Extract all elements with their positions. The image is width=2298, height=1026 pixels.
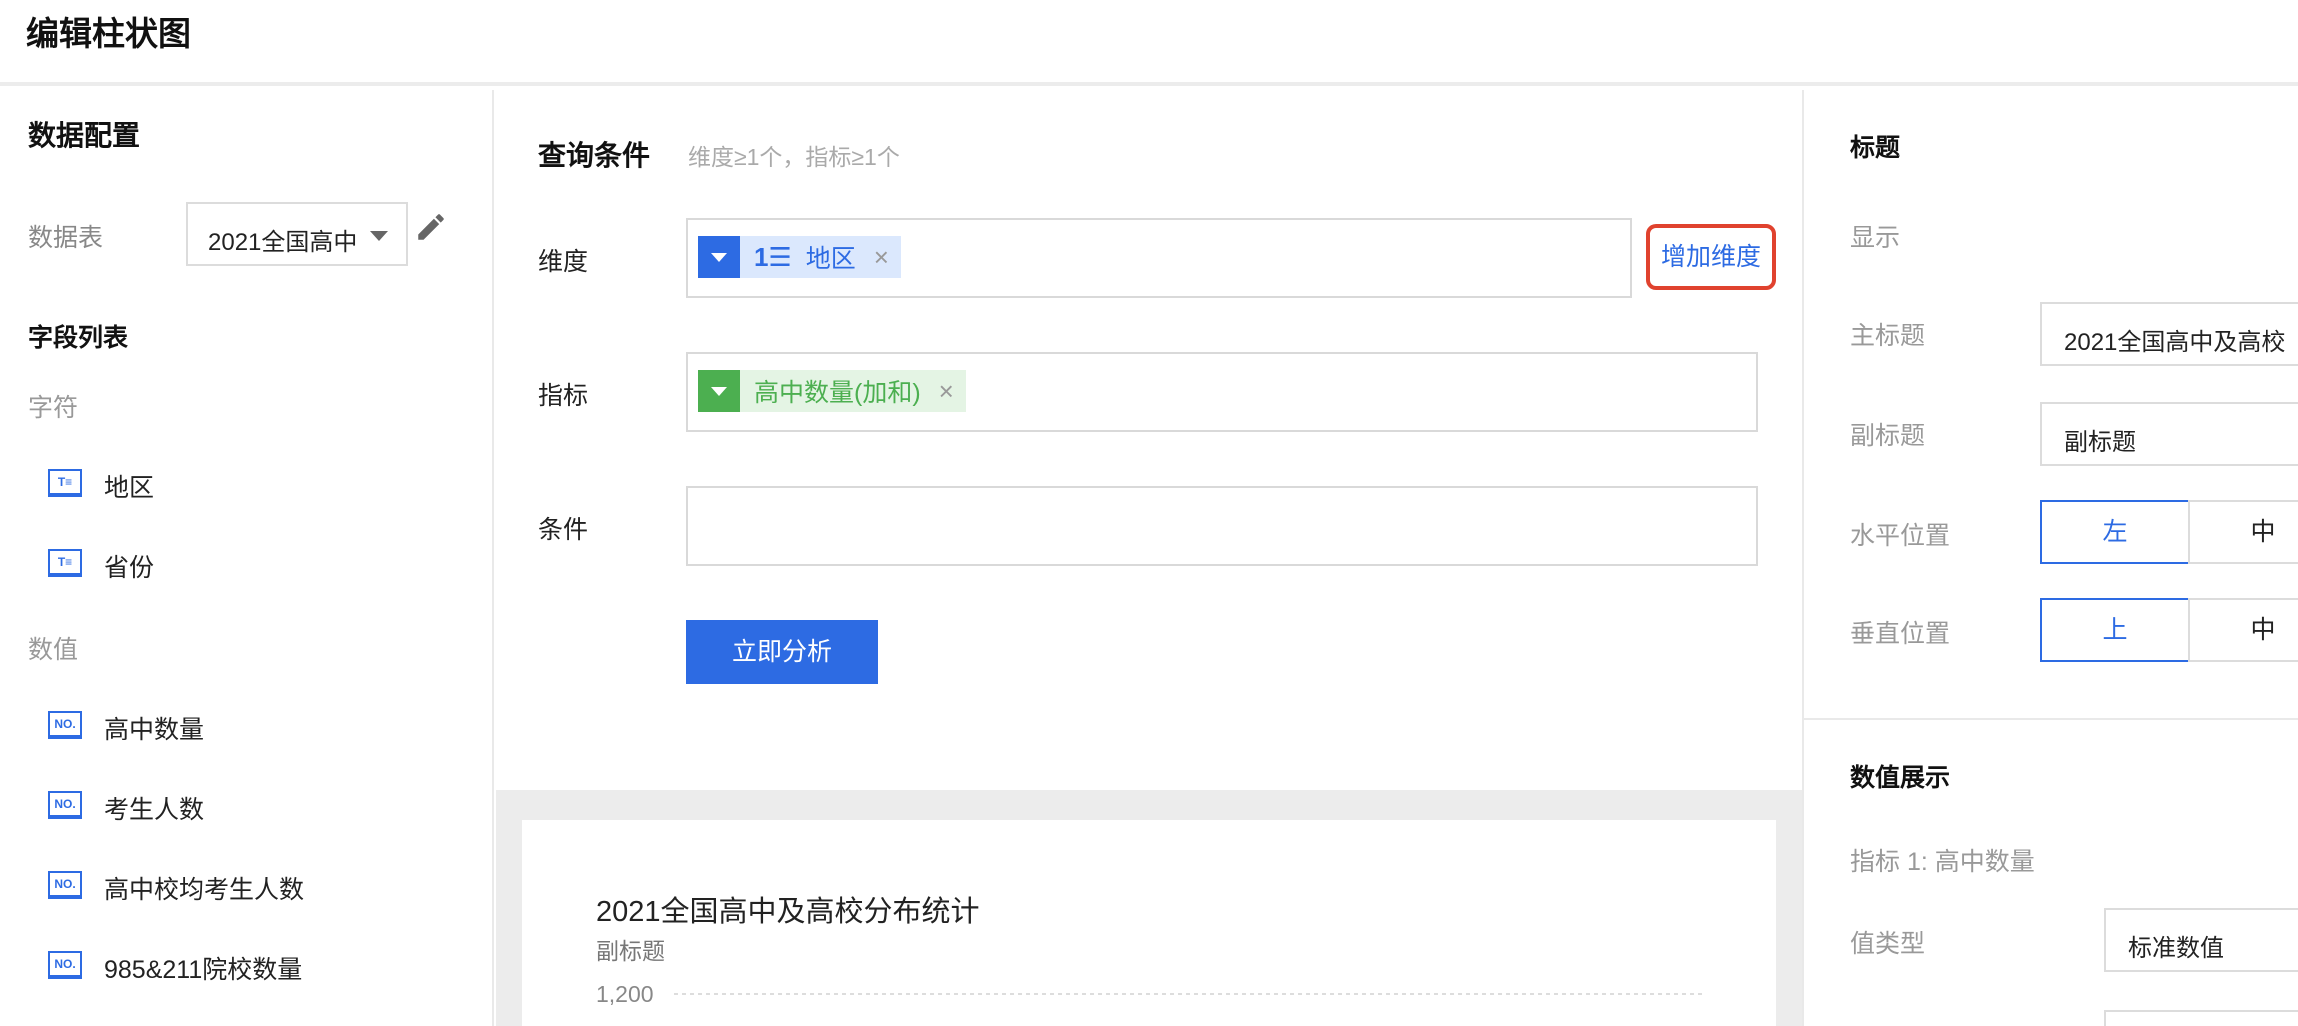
show-label: 显示 bbox=[1850, 224, 1901, 252]
value-type-label: 值类型 bbox=[1850, 930, 1926, 958]
data-config-title: 数据配置 bbox=[28, 120, 141, 151]
close-icon[interactable]: × bbox=[874, 242, 889, 273]
top-bar: 编辑柱状图 bbox=[0, 0, 2298, 86]
main-title-input[interactable]: 2021全国高中及高校 bbox=[2040, 302, 2298, 366]
dropdown-icon[interactable] bbox=[698, 236, 740, 278]
v-position-label: 垂直位置 bbox=[1850, 620, 1951, 648]
table-select-value: 2021全国高中 bbox=[208, 229, 358, 256]
text-field-icon: T≡ bbox=[48, 549, 82, 577]
main-title-value: 2021全国高中及高校 bbox=[2064, 329, 2286, 356]
number-field-icon: NO. bbox=[48, 951, 82, 979]
field-name: 省份 bbox=[104, 554, 155, 582]
sub-title-value: 副标题 bbox=[2064, 429, 2136, 456]
sort-icon: 1☰ bbox=[754, 241, 792, 272]
metric-dropzone[interactable]: 高中数量(加和) × bbox=[686, 352, 1758, 432]
table-select[interactable]: 2021全国高中 bbox=[186, 202, 408, 266]
chart-card: 2021全国高中及高校分布统计 副标题 1,200 bbox=[522, 820, 1776, 1026]
next-select[interactable] bbox=[2104, 1010, 2298, 1026]
query-panel: 查询条件 维度≥1个，指标≥1个 维度 1☰ 地区 × 增加维度 指标 高中数量… bbox=[496, 90, 1802, 790]
group-number: 数值 bbox=[28, 636, 79, 664]
value-type-select[interactable]: 标准数值 bbox=[2104, 908, 2298, 972]
value-section-heading: 数值展示 bbox=[1850, 764, 1951, 792]
dimension-label: 维度 bbox=[538, 248, 589, 276]
field-list-title: 字段列表 bbox=[28, 324, 129, 352]
metric-tag[interactable]: 高中数量(加和) × bbox=[698, 370, 966, 412]
field-name: 考生人数 bbox=[104, 796, 205, 824]
group-text: 字符 bbox=[28, 394, 79, 422]
query-hint: 维度≥1个，指标≥1个 bbox=[688, 144, 900, 170]
h-align-left-button[interactable]: 左 bbox=[2040, 500, 2190, 564]
query-title: 查询条件 bbox=[538, 140, 651, 171]
number-field-icon: NO. bbox=[48, 711, 82, 739]
h-align-center-button[interactable]: 中 bbox=[2188, 500, 2298, 564]
v-align-top-button[interactable]: 上 bbox=[2040, 598, 2190, 662]
sub-title-label: 副标题 bbox=[1850, 422, 1926, 450]
field-name: 985&211院校数量 bbox=[104, 956, 303, 984]
number-field-icon: NO. bbox=[48, 791, 82, 819]
pencil-icon[interactable] bbox=[414, 210, 448, 244]
field-name: 高中校均考生人数 bbox=[104, 876, 305, 904]
close-icon[interactable]: × bbox=[939, 376, 954, 407]
table-label: 数据表 bbox=[28, 224, 104, 252]
field-name: 高中数量 bbox=[104, 716, 205, 744]
dimension-tag-label: 地区 bbox=[805, 245, 856, 273]
run-analysis-button[interactable]: 立即分析 bbox=[686, 620, 878, 684]
dimension-tag[interactable]: 1☰ 地区 × bbox=[698, 236, 901, 278]
number-field-icon: NO. bbox=[48, 871, 82, 899]
style-panel: 标题 显示 主标题 2021全国高中及高校 副标题 副标题 水平位置 左 中 垂… bbox=[1802, 90, 2298, 1026]
field-name: 地区 bbox=[104, 474, 155, 502]
chevron-down-icon bbox=[370, 231, 388, 241]
condition-dropzone[interactable] bbox=[686, 486, 1758, 566]
value-type-value: 标准数值 bbox=[2128, 935, 2224, 962]
dropdown-icon[interactable] bbox=[698, 370, 740, 412]
y-tick-label: 1,200 bbox=[596, 981, 654, 1007]
data-config-panel: 数据配置 数据表 2021全国高中 字段列表 字符 T≡ 地区 T≡ 省份 数值… bbox=[0, 90, 494, 1026]
sub-title-input[interactable]: 副标题 bbox=[2040, 402, 2298, 466]
metric-tag-label: 高中数量(加和) bbox=[754, 379, 921, 407]
divider bbox=[1804, 718, 2298, 720]
metric-1-label: 指标 1: 高中数量 bbox=[1850, 848, 2035, 876]
title-section-heading: 标题 bbox=[1850, 134, 1901, 162]
h-position-label: 水平位置 bbox=[1850, 522, 1951, 550]
chart-canvas: 1,200 bbox=[596, 981, 1702, 1007]
page-title: 编辑柱状图 bbox=[26, 15, 191, 52]
main-title-label: 主标题 bbox=[1850, 322, 1926, 350]
condition-label: 条件 bbox=[538, 516, 589, 544]
v-align-center-button[interactable]: 中 bbox=[2188, 598, 2298, 662]
add-dimension-button[interactable]: 增加维度 bbox=[1646, 224, 1776, 290]
metric-label: 指标 bbox=[538, 382, 589, 410]
text-field-icon: T≡ bbox=[48, 469, 82, 497]
dimension-dropzone[interactable]: 1☰ 地区 × bbox=[686, 218, 1632, 298]
